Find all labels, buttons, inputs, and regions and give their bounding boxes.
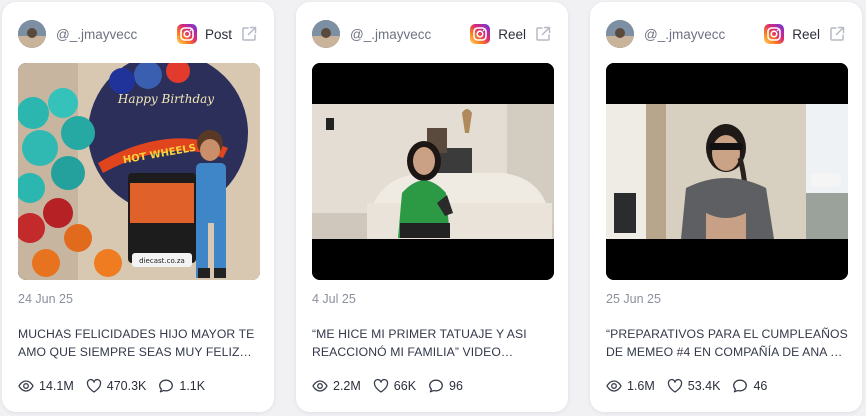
card-header: @_.jmayvecc Reel xyxy=(312,19,552,49)
views-stat: 2.2M xyxy=(312,378,361,394)
post-date: 4 Jul 25 xyxy=(312,292,356,306)
account-handle[interactable]: @_.jmayvecc xyxy=(644,27,764,42)
views-count: 14.1M xyxy=(39,379,74,393)
post-type: Reel xyxy=(470,24,526,44)
comments-count: 1.1K xyxy=(179,379,206,393)
card-header: @_.jmayvecc Reel xyxy=(606,19,846,49)
views-count: 1.6M xyxy=(627,379,655,393)
post-card[interactable]: @_.jmayvecc Reel xyxy=(590,2,862,412)
likes-count: 470.3K xyxy=(106,379,147,393)
type-label: Reel xyxy=(792,26,820,42)
account-handle[interactable]: @_.jmayvecc xyxy=(56,27,177,42)
post-stats: 1.6M 53.4K 46 xyxy=(606,378,779,394)
comments-count: 96 xyxy=(449,379,463,393)
eye-icon xyxy=(18,380,34,392)
post-type: Reel xyxy=(764,24,820,44)
heart-icon xyxy=(86,378,101,393)
eye-icon xyxy=(312,380,328,392)
external-link-icon[interactable] xyxy=(534,25,552,43)
views-stat: 14.1M xyxy=(18,378,74,394)
type-label: Reel xyxy=(498,26,526,42)
post-caption: “ME HICE MI PRIMER TATUAJE Y ASI REACCIO… xyxy=(312,327,527,359)
card-header: @_.jmayvecc Post xyxy=(18,19,258,49)
heart-icon xyxy=(667,378,682,393)
likes-stat: 66K xyxy=(373,378,416,394)
comments-count: 46 xyxy=(753,379,768,393)
avatar[interactable] xyxy=(18,20,46,48)
reel-thumbnail[interactable] xyxy=(606,63,848,280)
likes-count: 66K xyxy=(393,379,417,393)
views-count: 2.2M xyxy=(333,379,361,393)
comments-stat: 1.1K xyxy=(158,378,205,394)
comments-stat: 96 xyxy=(428,378,463,394)
external-link-icon[interactable] xyxy=(828,25,846,43)
instagram-icon xyxy=(470,24,491,44)
post-thumbnail[interactable]: diecast.co.za Happy Birthday HOT WHEELS xyxy=(18,63,260,280)
account-handle[interactable]: @_.jmayvecc xyxy=(350,27,470,42)
svg-text:diecast.co.za: diecast.co.za xyxy=(139,257,185,265)
comment-icon xyxy=(159,379,174,393)
views-stat: 1.6M xyxy=(606,378,655,394)
post-card[interactable]: @_.jmayvecc Reel xyxy=(296,2,568,412)
eye-icon xyxy=(606,380,622,392)
comment-icon xyxy=(429,379,443,393)
external-link-icon[interactable] xyxy=(240,25,258,43)
avatar[interactable] xyxy=(606,20,634,48)
media-banner-text: Happy Birthday xyxy=(117,92,214,106)
post-date: 24 Jun 25 xyxy=(18,292,73,306)
avatar[interactable] xyxy=(312,20,340,48)
reel-thumbnail[interactable] xyxy=(312,63,554,280)
post-stats: 14.1M 470.3K 1.1K xyxy=(18,378,217,394)
instagram-icon xyxy=(176,24,197,44)
post-stats: 2.2M 66K 96 xyxy=(312,378,475,394)
post-date: 25 Jun 25 xyxy=(606,292,661,306)
likes-stat: 53.4K xyxy=(667,378,721,394)
post-type: Post xyxy=(176,24,232,44)
post-caption: “PREPARATIVOS PARA EL CUMPLEAÑOS DE MEME… xyxy=(606,327,848,359)
post-card[interactable]: @_.jmayvecc Post diecast.co.za Happy Bir… xyxy=(2,2,274,412)
likes-count: 53.4K xyxy=(687,379,721,393)
comments-stat: 46 xyxy=(732,378,767,394)
likes-stat: 470.3K xyxy=(86,378,147,394)
type-label: Post xyxy=(204,26,232,42)
instagram-icon xyxy=(764,24,785,44)
comment-icon xyxy=(733,379,748,393)
heart-icon xyxy=(373,378,388,393)
post-caption: MUCHAS FELICIDADES HIJO MAYOR TE AMO QUE… xyxy=(18,327,255,359)
